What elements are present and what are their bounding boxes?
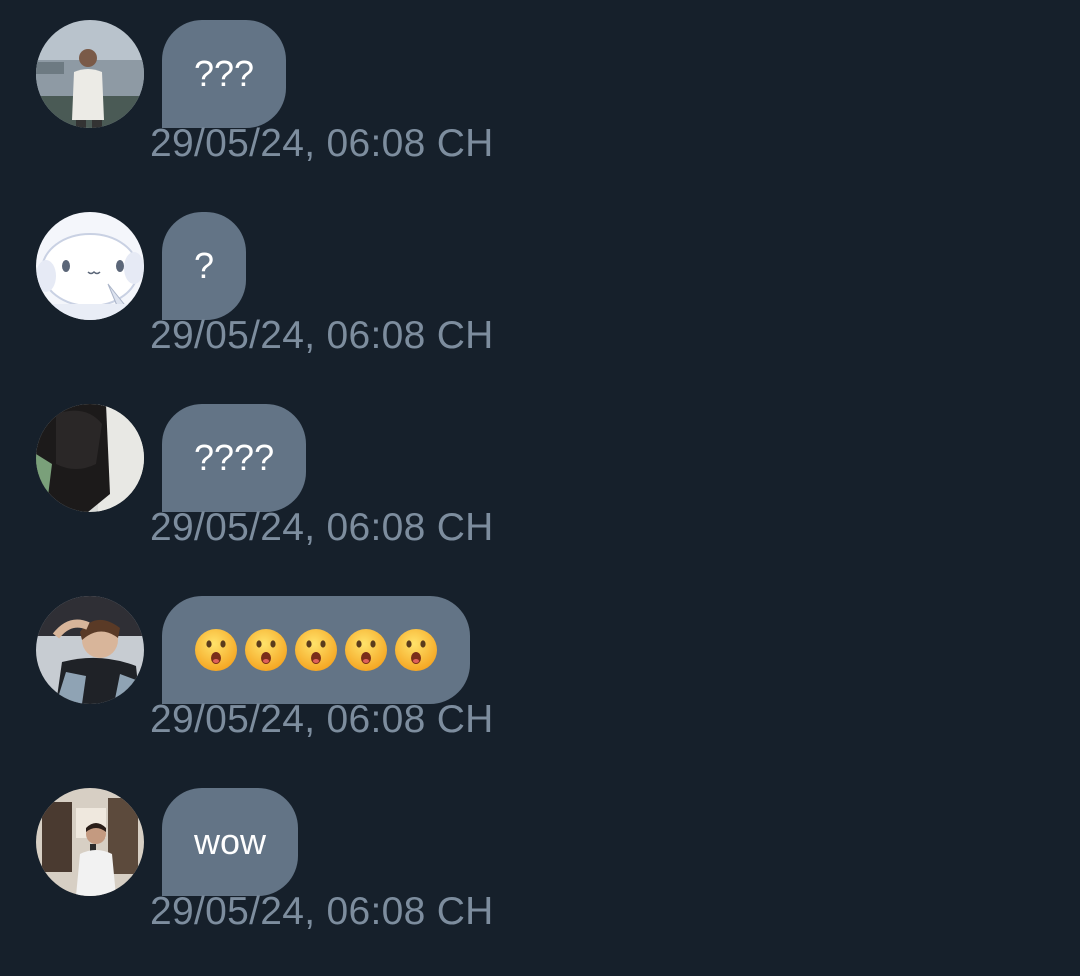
message-timestamp: 29/05/24, 06:08 CH [150,122,494,165]
user-photo-icon [36,596,144,704]
emoji-row [194,628,438,672]
message-bubble[interactable]: 😮😮😮😮😮 [162,596,470,704]
message-timestamp: 29/05/24, 06:08 CH [150,506,494,549]
user-photo-icon [36,20,144,128]
user-photo-icon [36,788,144,896]
sender-avatar[interactable] [36,788,144,896]
hushed-face-emoji [295,629,337,671]
user-photo-icon [36,404,144,512]
message-thread: ??? 29/05/24, 06:08 CH ? 29/05/24, 06:08… [0,0,1080,976]
message-row: ??? 29/05/24, 06:08 CH [0,0,1080,192]
message-row: ???? 29/05/24, 06:08 CH [0,384,1080,576]
message-bubble[interactable]: wow [162,788,299,896]
message-text: wow [194,821,267,862]
message-row: ? 29/05/24, 06:08 CH [0,192,1080,384]
message-text: ? [194,245,215,286]
message-timestamp: 29/05/24, 06:08 CH [150,698,494,741]
hushed-face-emoji [245,629,287,671]
message-row: 😮😮😮😮😮 29/05/24, 06:08 CH [0,576,1080,768]
hushed-face-emoji [345,629,387,671]
message-timestamp: 29/05/24, 06:08 CH [150,314,494,357]
sender-avatar[interactable] [36,212,144,320]
message-timestamp: 29/05/24, 06:08 CH [150,890,494,933]
cartoon-character-icon [36,212,144,320]
hushed-face-emoji [195,629,237,671]
message-bubble[interactable]: ??? [162,20,287,128]
message-bubble[interactable]: ???? [162,404,307,512]
message-text: ???? [194,437,275,478]
sender-avatar[interactable] [36,596,144,704]
message-row: wow 29/05/24, 06:08 CH [0,768,1080,960]
message-bubble[interactable]: ? [162,212,247,320]
sender-avatar[interactable] [36,404,144,512]
sender-avatar[interactable] [36,20,144,128]
message-text: ??? [194,53,255,94]
hushed-face-emoji [395,629,437,671]
